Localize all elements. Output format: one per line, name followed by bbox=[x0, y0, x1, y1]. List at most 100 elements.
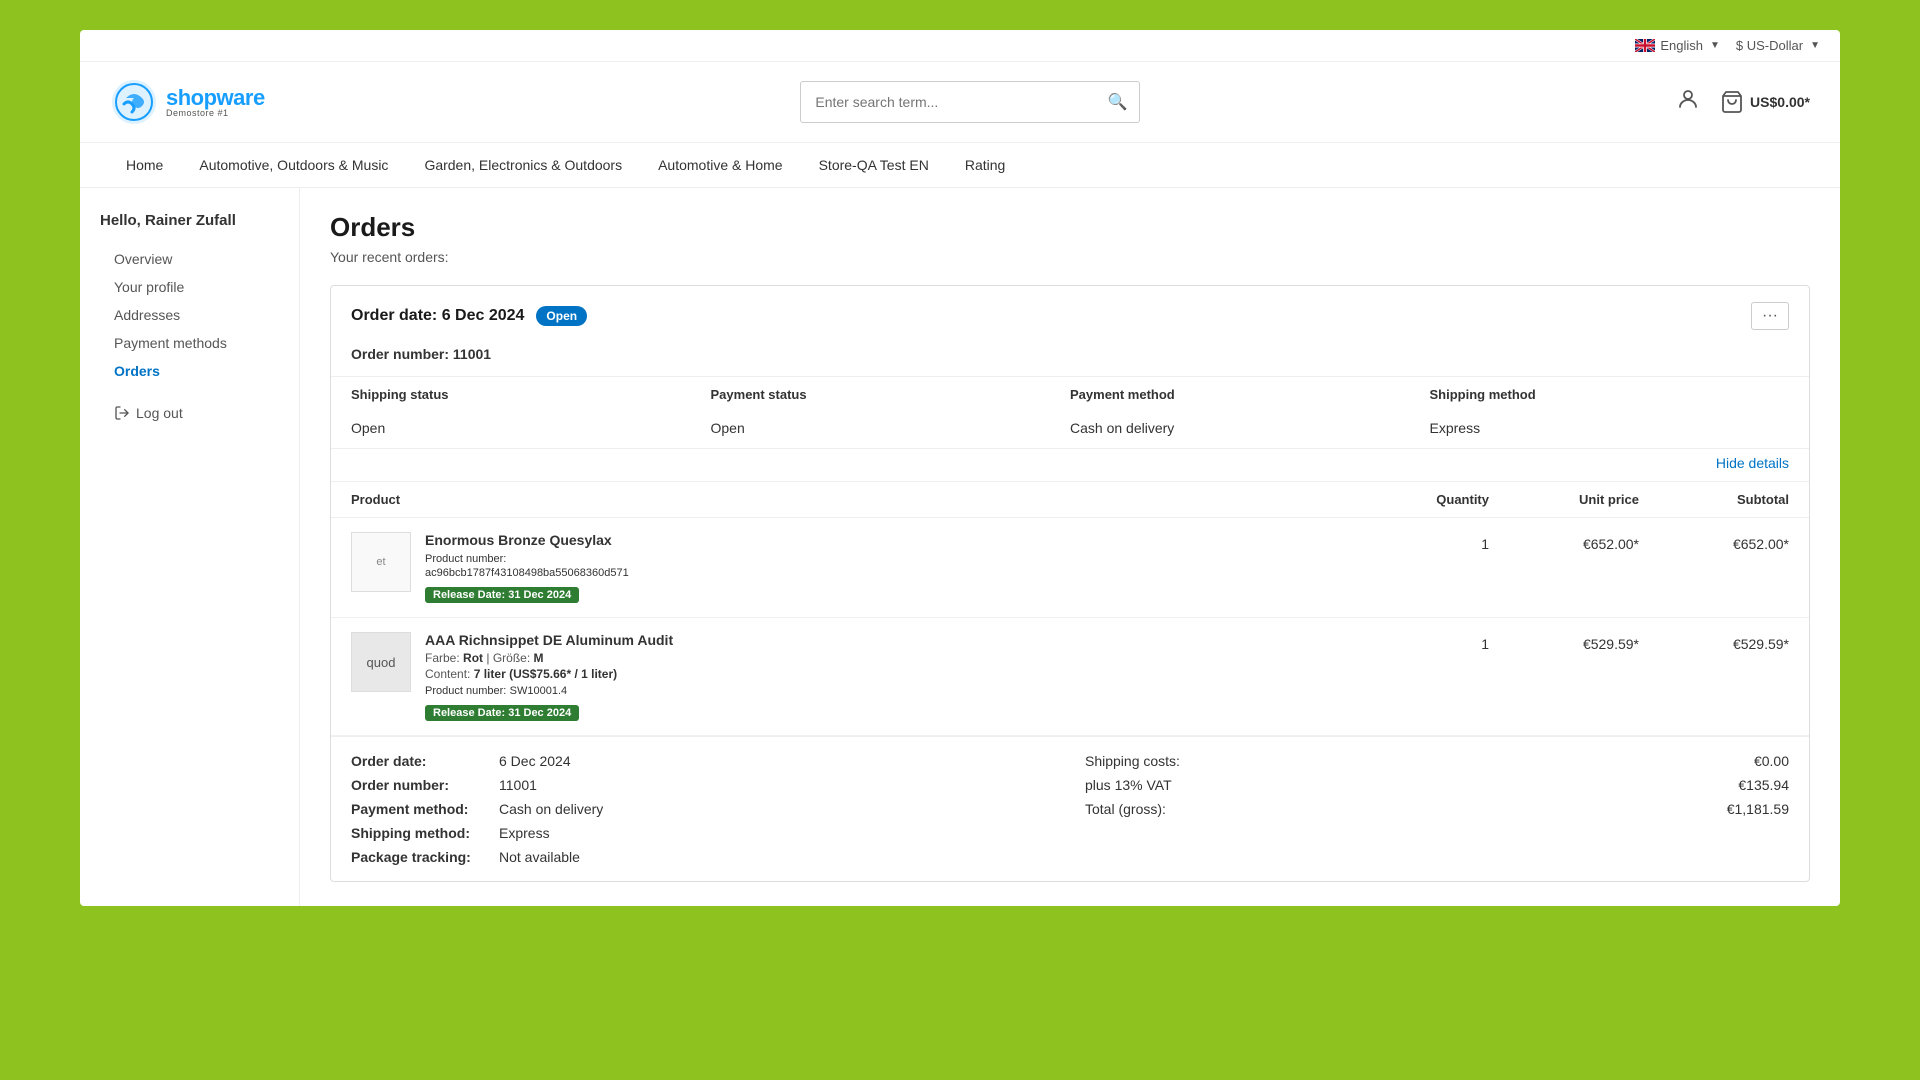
page-title: Orders bbox=[330, 212, 1810, 243]
currency-chevron: ▼ bbox=[1810, 40, 1820, 51]
order-number-value: 11001 bbox=[453, 346, 491, 362]
top-bar: English ▼ $ US-Dollar ▼ bbox=[80, 30, 1840, 62]
cart-total: US$0.00* bbox=[1750, 94, 1810, 110]
currency-selector[interactable]: $ US-Dollar ▼ bbox=[1736, 38, 1820, 53]
product-number-label-2: Product number: bbox=[425, 685, 506, 697]
fr-label-total: Total (gross): bbox=[1085, 801, 1166, 817]
nav-item-garden-electronics[interactable]: Garden, Electronics & Outdoors bbox=[408, 143, 638, 187]
col-subtotal: Subtotal bbox=[1639, 492, 1789, 507]
sidebar-link-addresses[interactable]: Addresses bbox=[114, 307, 180, 323]
account-button[interactable] bbox=[1676, 87, 1700, 117]
nav-item-automotive-home[interactable]: Automotive & Home bbox=[642, 143, 799, 187]
status-table: Shipping status Payment status Payment m… bbox=[331, 376, 1809, 481]
language-selector[interactable]: English ▼ bbox=[1635, 38, 1720, 53]
product-row-2: quod AAA Richnsippet DE Aluminum Audit F… bbox=[331, 618, 1809, 736]
sidebar-link-payment-methods[interactable]: Payment methods bbox=[114, 335, 227, 351]
logout-label: Log out bbox=[136, 405, 183, 421]
order-status-badge: Open bbox=[536, 306, 587, 326]
release-badge-2: Release Date: 31 Dec 2024 bbox=[425, 705, 579, 721]
product-qty-1: 1 bbox=[1369, 532, 1489, 552]
footer-row-payment-method: Payment method: Cash on delivery bbox=[351, 801, 1055, 817]
page-wrapper: English ▼ $ US-Dollar ▼ shopware bbox=[0, 0, 1920, 1080]
val-shipping-method: Express bbox=[1430, 420, 1790, 436]
footer-label-order-number: Order number: bbox=[351, 777, 491, 793]
footer-label-payment-method: Payment method: bbox=[351, 801, 491, 817]
col-unit-price: Unit price bbox=[1489, 492, 1639, 507]
product-thumb-text-2: quod bbox=[367, 655, 396, 670]
nav-item-automotive-outdoors-music[interactable]: Automotive, Outdoors & Music bbox=[183, 143, 404, 187]
sidebar-link-orders[interactable]: Orders bbox=[114, 363, 160, 379]
header-actions: US$0.00* bbox=[1676, 87, 1810, 117]
footer-value-package-tracking: Not available bbox=[499, 849, 580, 865]
farbe-label: Farbe: bbox=[425, 651, 460, 665]
nav-item-rating[interactable]: Rating bbox=[949, 143, 1021, 187]
product-subtotal-1: €652.00* bbox=[1639, 532, 1789, 552]
product-thumb-text-1: et bbox=[376, 556, 385, 568]
sidebar-item-profile[interactable]: Your profile bbox=[100, 273, 279, 301]
content-value: 7 liter (US$75.66* / 1 liter) bbox=[474, 667, 617, 681]
sidebar-menu: Overview Your profile Addresses Payment … bbox=[100, 245, 279, 385]
footer-left: Order date: 6 Dec 2024 Order number: 110… bbox=[351, 753, 1055, 865]
order-header: Order date: 6 Dec 2024 Open ··· bbox=[331, 286, 1809, 346]
nav-bar: Home Automotive, Outdoors & Music Garden… bbox=[80, 143, 1840, 188]
order-number-row: Order number: 11001 bbox=[331, 346, 1809, 376]
fr-label-shipping: Shipping costs: bbox=[1085, 753, 1180, 769]
val-payment-method: Cash on delivery bbox=[1070, 420, 1430, 436]
footer-row-package-tracking: Package tracking: Not available bbox=[351, 849, 1055, 865]
footer-right-row-vat: plus 13% VAT €135.94 bbox=[1085, 777, 1789, 793]
product-number-1: Product number: ac96bcb1787f43108498ba55… bbox=[425, 551, 1369, 579]
nav-item-store-qa[interactable]: Store-QA Test EN bbox=[803, 143, 945, 187]
footer-right: Shipping costs: €0.00 plus 13% VAT €135.… bbox=[1085, 753, 1789, 865]
product-unit-price-2: €529.59* bbox=[1489, 632, 1639, 652]
sidebar-item-addresses[interactable]: Addresses bbox=[100, 301, 279, 329]
footer-label-shipping-method: Shipping method: bbox=[351, 825, 491, 841]
footer-value-order-date: 6 Dec 2024 bbox=[499, 753, 571, 769]
release-badge-1: Release Date: 31 Dec 2024 bbox=[425, 587, 579, 603]
col-shipping-method: Shipping method bbox=[1430, 387, 1790, 402]
main-content: Orders Your recent orders: Order date: 6… bbox=[300, 188, 1840, 906]
col-product: Product bbox=[351, 492, 1369, 507]
footer-row-shipping-method: Shipping method: Express bbox=[351, 825, 1055, 841]
products-table: Product Quantity Unit price Subtotal et bbox=[331, 481, 1809, 736]
footer-value-order-number: 11001 bbox=[499, 777, 537, 793]
order-number-label: Order number: bbox=[351, 346, 453, 362]
recent-orders-label: Your recent orders: bbox=[330, 249, 1810, 265]
sidebar-greeting: Hello, Rainer Zufall bbox=[100, 212, 279, 229]
logo-tagline: Demostore #1 bbox=[166, 109, 265, 118]
product-qty-2: 1 bbox=[1369, 632, 1489, 652]
product-name-2: AAA Richnsippet DE Aluminum Audit bbox=[425, 632, 1369, 648]
sidebar-item-overview[interactable]: Overview bbox=[100, 245, 279, 273]
product-name-1: Enormous Bronze Quesylax bbox=[425, 532, 1369, 548]
footer-right-row-total: Total (gross): €1,181.59 bbox=[1085, 801, 1789, 817]
nav-item-home[interactable]: Home bbox=[110, 143, 179, 187]
cart-icon bbox=[1720, 90, 1744, 114]
val-shipping-status: Open bbox=[351, 420, 711, 436]
footer-label-order-date: Order date: bbox=[351, 753, 491, 769]
col-payment-method: Payment method bbox=[1070, 387, 1430, 402]
sidebar-item-payment-methods[interactable]: Payment methods bbox=[100, 329, 279, 357]
product-thumb-1: et bbox=[351, 532, 411, 592]
col-quantity: Quantity bbox=[1369, 492, 1489, 507]
search-button[interactable]: 🔍 bbox=[1095, 82, 1139, 122]
cart-button[interactable]: US$0.00* bbox=[1720, 90, 1810, 114]
main-container: English ▼ $ US-Dollar ▼ shopware bbox=[80, 30, 1840, 906]
sidebar-link-profile[interactable]: Your profile bbox=[114, 279, 184, 295]
sidebar-logout-button[interactable]: Log out bbox=[100, 405, 279, 421]
currency-label: $ US-Dollar bbox=[1736, 38, 1803, 53]
sidebar-link-overview[interactable]: Overview bbox=[114, 251, 172, 267]
product-number-value-2: SW10001.4 bbox=[510, 685, 567, 697]
logo-text-area: shopware Demostore #1 bbox=[166, 87, 265, 118]
language-chevron: ▼ bbox=[1710, 40, 1720, 51]
order-card: Order date: 6 Dec 2024 Open ··· Order nu… bbox=[330, 285, 1810, 882]
content-area: Hello, Rainer Zufall Overview Your profi… bbox=[80, 188, 1840, 906]
order-menu-button[interactable]: ··· bbox=[1751, 302, 1789, 330]
language-label: English bbox=[1660, 38, 1703, 53]
hide-details-button[interactable]: Hide details bbox=[1716, 455, 1789, 471]
order-header-left: Order date: 6 Dec 2024 Open bbox=[351, 306, 587, 326]
search-input[interactable] bbox=[801, 84, 1095, 120]
hide-details-row: Hide details bbox=[331, 449, 1809, 481]
product-attr-content: Content: 7 liter (US$75.66* / 1 liter) bbox=[425, 667, 1369, 681]
val-payment-status: Open bbox=[711, 420, 1071, 436]
fr-value-shipping: €0.00 bbox=[1754, 753, 1789, 769]
sidebar-item-orders[interactable]: Orders bbox=[100, 357, 279, 385]
